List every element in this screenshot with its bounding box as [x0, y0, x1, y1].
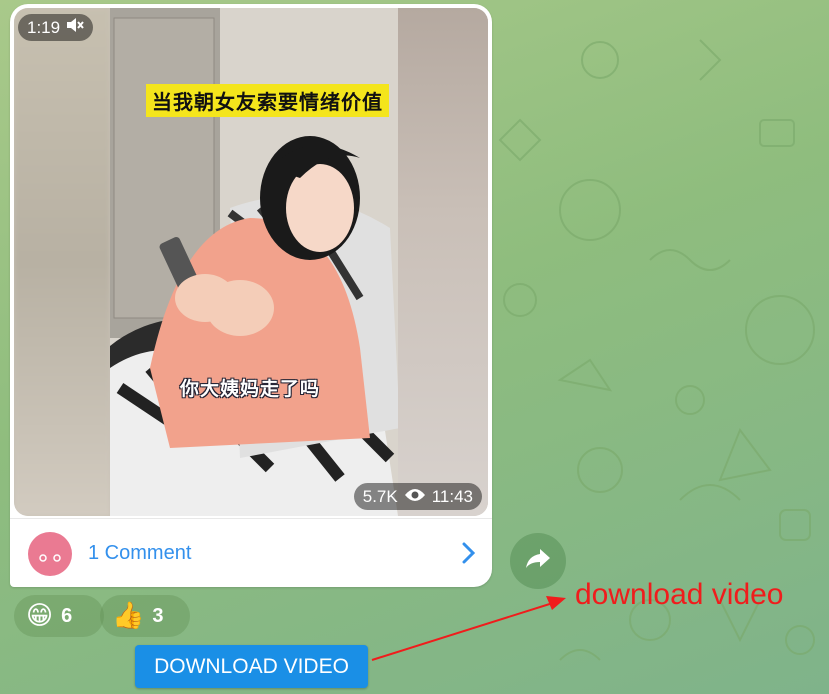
video-duration: 1:19 — [27, 17, 61, 37]
share-button[interactable] — [510, 533, 566, 589]
views-count: 5.7K — [362, 486, 398, 506]
speaker-muted-icon[interactable] — [66, 17, 84, 38]
video-player[interactable]: 当我朝女友索要情绪价值 你大姨妈走了吗 1:19 5.7K 11:43 — [14, 8, 488, 516]
grin-emoji-icon: 😁 — [26, 601, 54, 631]
thumbs-up-emoji-icon: 👍 — [112, 601, 145, 631]
message-time: 11:43 — [431, 486, 473, 506]
video-frame: 当我朝女友索要情绪价值 你大姨妈走了吗 — [110, 8, 398, 516]
reaction-thumbs-up[interactable]: 👍 3 — [100, 595, 190, 637]
views-time-pill: 5.7K 11:43 — [353, 483, 482, 510]
video-duration-pill: 1:19 — [18, 14, 94, 41]
share-arrow-icon — [524, 547, 552, 576]
video-blur-left — [14, 8, 110, 516]
reaction-count: 6 — [61, 604, 73, 627]
video-blur-right — [394, 8, 488, 516]
reaction-grin[interactable]: 😁 6 — [14, 595, 104, 637]
download-video-button[interactable]: DOWNLOAD VIDEO — [135, 645, 368, 688]
comments-row[interactable]: 1 Comment — [10, 518, 492, 587]
chevron-right-icon[interactable] — [462, 542, 476, 569]
annotation-label: download video — [575, 578, 784, 611]
video-message-bubble: 当我朝女友索要情绪价值 你大姨妈走了吗 1:19 5.7K 11:43 1 Co… — [10, 4, 492, 587]
avatar — [28, 531, 72, 576]
eye-icon — [404, 487, 426, 507]
comments-label[interactable]: 1 Comment — [88, 542, 191, 565]
video-caption-subtitle: 你大姨妈走了吗 — [180, 378, 321, 400]
video-caption-top: 当我朝女友索要情绪价值 — [146, 84, 389, 117]
reaction-count: 3 — [152, 604, 164, 627]
